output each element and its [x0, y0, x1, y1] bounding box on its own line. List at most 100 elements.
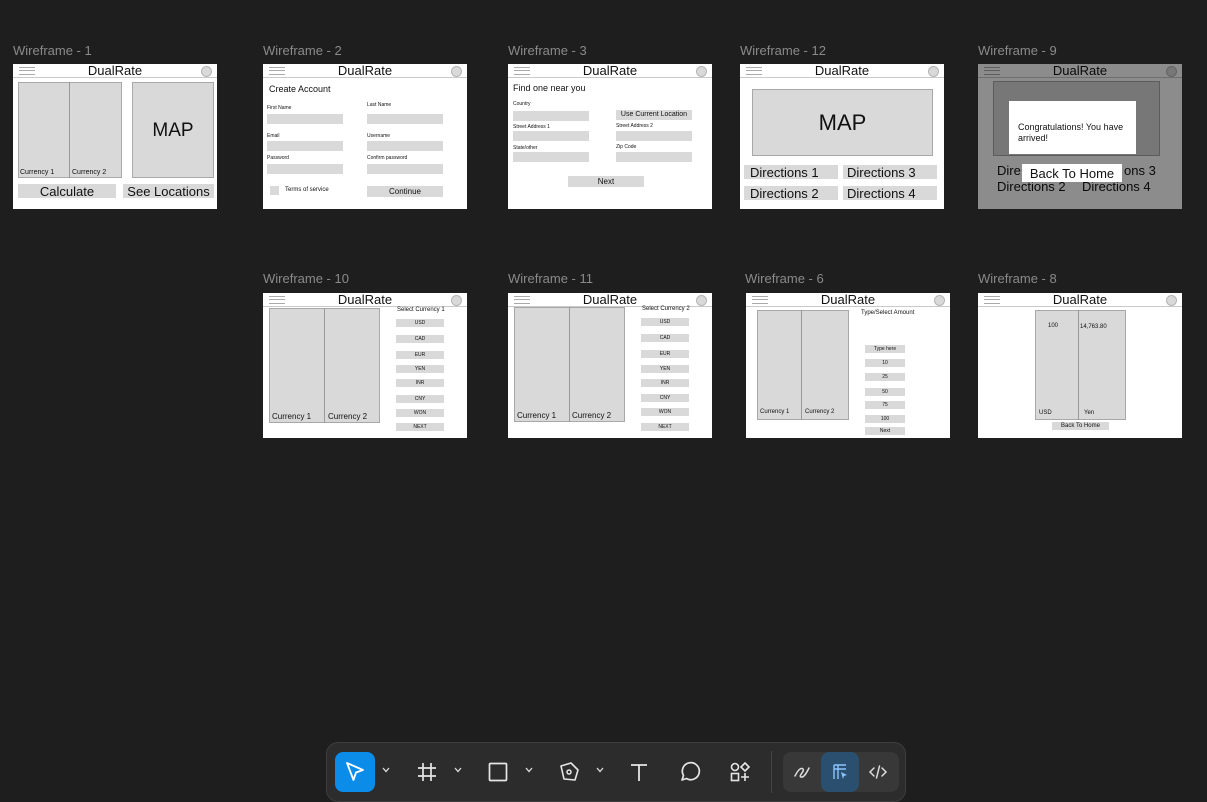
frame-tool-button[interactable]: [407, 752, 447, 792]
actions-tool-button[interactable]: [720, 752, 760, 792]
option-eur[interactable]: EUR: [396, 351, 444, 359]
currency-panel: [18, 82, 122, 178]
wireframe-10[interactable]: DualRate Currency 1 Currency 2 Select Cu…: [263, 293, 467, 438]
first-name-field[interactable]: [267, 114, 343, 124]
zip-label: Zip Code: [616, 144, 637, 150]
wireframe-3[interactable]: DualRate Find one near you Country Use C…: [508, 64, 712, 209]
username-field[interactable]: [367, 141, 443, 151]
next-button[interactable]: Next: [568, 176, 644, 187]
option-cad[interactable]: CAD: [641, 334, 689, 342]
option-won[interactable]: WON: [396, 409, 444, 417]
continue-button[interactable]: Continue: [367, 186, 443, 197]
draw-mode-button[interactable]: [783, 752, 821, 792]
design-mode-button[interactable]: [821, 752, 859, 792]
option-inr[interactable]: INR: [396, 379, 444, 387]
app-title: DualRate: [1052, 293, 1108, 307]
move-tool-button[interactable]: [335, 752, 375, 792]
next-button[interactable]: NEXT: [641, 423, 689, 431]
amount-input[interactable]: Type here: [865, 345, 905, 353]
street-2-field[interactable]: [616, 131, 692, 141]
amount-50[interactable]: 50: [865, 388, 905, 396]
frame-label-12[interactable]: Wireframe - 12: [740, 43, 826, 58]
amount-25[interactable]: 25: [865, 373, 905, 381]
see-locations-button[interactable]: See Locations: [123, 184, 214, 199]
option-cad[interactable]: CAD: [396, 335, 444, 343]
top-bar: DualRate: [746, 293, 950, 307]
comment-tool-button[interactable]: [670, 752, 710, 792]
frame-label-2[interactable]: Wireframe - 2: [263, 43, 342, 58]
wireframe-12[interactable]: DualRate MAP Directions 1 Directions 3 D…: [740, 64, 944, 209]
option-won[interactable]: WON: [641, 408, 689, 416]
directions-1-button[interactable]: Directions 1: [744, 165, 838, 180]
option-eur[interactable]: EUR: [641, 350, 689, 358]
chevron-down-icon[interactable]: [381, 765, 391, 775]
back-to-home-button[interactable]: Back To Home: [1022, 164, 1122, 182]
cursor-icon: [346, 762, 364, 781]
email-field[interactable]: [267, 141, 343, 151]
app-title: DualRate: [814, 64, 870, 78]
directions-4-button[interactable]: Directions 4: [843, 186, 937, 201]
password-field[interactable]: [267, 164, 343, 174]
use-current-location-button[interactable]: Use Current Location: [616, 110, 692, 120]
option-usd[interactable]: USD: [641, 318, 689, 326]
password-label: Password: [267, 155, 289, 161]
directions-3-button[interactable]: Directions 3: [843, 165, 937, 180]
top-bar: DualRate: [508, 293, 712, 307]
state-field[interactable]: [513, 152, 589, 162]
street-1-field[interactable]: [513, 131, 589, 141]
top-bar: DualRate: [263, 293, 467, 307]
wireframe-9[interactable]: DualRate Dire ons 3 Directions 2 Directi…: [978, 64, 1182, 209]
chevron-down-icon[interactable]: [524, 765, 534, 775]
currency-2-label: Currency 2: [72, 169, 107, 176]
option-cny[interactable]: CNY: [396, 395, 444, 403]
top-bar: DualRate: [740, 64, 944, 78]
next-button[interactable]: Next: [865, 427, 905, 435]
amount-100[interactable]: 100: [865, 415, 905, 423]
shape-tool-button[interactable]: [478, 752, 518, 792]
frame-label-9[interactable]: Wireframe - 9: [978, 43, 1057, 58]
frame-label-10[interactable]: Wireframe - 10: [263, 271, 349, 286]
top-bar: DualRate: [508, 64, 712, 78]
amount-75[interactable]: 75: [865, 401, 905, 409]
divider: [324, 308, 325, 423]
currency-1-label: Currency 1: [760, 409, 790, 415]
text-tool-button[interactable]: [619, 752, 659, 792]
wireframe-11[interactable]: DualRate Currency 1 Currency 2 Select Cu…: [508, 293, 712, 438]
frame-label-1[interactable]: Wireframe - 1: [13, 43, 92, 58]
back-to-home-button[interactable]: Back To Home: [1052, 422, 1109, 430]
country-field[interactable]: [513, 111, 589, 121]
email-label: Email: [267, 133, 280, 139]
option-yen[interactable]: YEN: [641, 365, 689, 373]
wireframe-1[interactable]: DualRate Currency 1 Currency 2 MAP Calcu…: [13, 64, 217, 209]
zip-field[interactable]: [616, 152, 692, 162]
amount-10[interactable]: 10: [865, 359, 905, 367]
wireframe-2[interactable]: DualRate Create Account First Name Last …: [263, 64, 467, 209]
frame-label-11[interactable]: Wireframe - 11: [508, 271, 593, 286]
chevron-down-icon[interactable]: [595, 765, 605, 775]
toolbar-divider: [771, 751, 772, 793]
frame-label-3[interactable]: Wireframe - 3: [508, 43, 587, 58]
confirm-password-field[interactable]: [367, 164, 443, 174]
option-cny[interactable]: CNY: [641, 394, 689, 402]
pen-tool-button[interactable]: [549, 752, 589, 792]
option-usd[interactable]: USD: [396, 319, 444, 327]
frame-label-6[interactable]: Wireframe - 6: [745, 271, 824, 286]
frame-label-8[interactable]: Wireframe - 8: [978, 271, 1057, 286]
avatar: [934, 295, 945, 306]
calculate-button[interactable]: Calculate: [18, 184, 116, 199]
wireframe-8[interactable]: DualRate 100 14,763.80 USD Yen Back To H…: [978, 293, 1182, 438]
design-icon: [833, 764, 847, 779]
next-button[interactable]: NEXT: [396, 423, 444, 431]
confirm-password-label: Confirm password: [367, 155, 408, 161]
wireframe-6[interactable]: DualRate Currency 1 Currency 2 Type/Sele…: [746, 293, 950, 438]
from-currency-label: USD: [1039, 410, 1052, 416]
directions-2-button[interactable]: Directions 2: [744, 186, 838, 201]
username-label: Username: [367, 133, 391, 139]
street-2-label: Street Address 2: [616, 123, 653, 129]
terms-checkbox[interactable]: [270, 186, 279, 195]
chevron-down-icon[interactable]: [453, 765, 463, 775]
option-yen[interactable]: YEN: [396, 365, 444, 373]
dev-mode-button[interactable]: [859, 752, 897, 792]
last-name-field[interactable]: [367, 114, 443, 124]
option-inr[interactable]: INR: [641, 379, 689, 387]
